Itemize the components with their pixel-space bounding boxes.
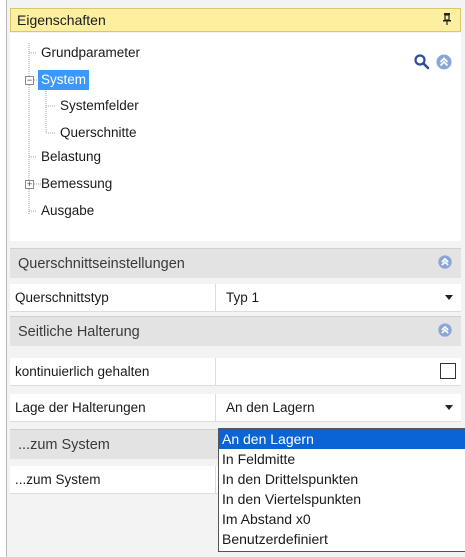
dropdown-option[interactable]: Benutzerdefiniert (219, 529, 465, 549)
dropdown-option[interactable]: In Feldmitte (219, 449, 465, 469)
collapse-toggle-icon[interactable]: − (25, 76, 34, 85)
tree-item-bemessung[interactable]: Bemessung (38, 174, 115, 194)
chevron-down-icon[interactable] (445, 405, 453, 410)
tree-item-ausgabe[interactable]: Ausgabe (38, 201, 97, 221)
lage-dropdown-list[interactable]: An den Lagern In Feldmitte In den Dritte… (218, 428, 465, 552)
select-value: An den Lagern (226, 400, 315, 415)
property-label: Lage der Halterungen (10, 394, 216, 421)
dropdown-option[interactable]: Im Abstand x0 (219, 509, 465, 529)
property-label: kontinuierlich gehalten (10, 358, 216, 385)
section-querschnittseinstellungen[interactable]: Querschnittseinstellungen (10, 248, 461, 278)
dropdown-option[interactable]: In den Drittelspunkten (219, 469, 465, 489)
section-title: Querschnittseinstellungen (18, 255, 185, 272)
querschnittstyp-select[interactable]: Typ 1 (216, 284, 461, 311)
pin-icon[interactable] (442, 12, 452, 28)
tree-item-belastung[interactable]: Belastung (38, 147, 104, 167)
double-chevron-up-icon[interactable] (437, 254, 453, 274)
dropdown-option[interactable]: An den Lagern (219, 429, 465, 449)
panel-titlebar: Eigenschaften (10, 8, 461, 32)
property-label: Querschnittstyp (10, 284, 216, 311)
property-row-lage-der-halterungen: Lage der Halterungen An den Lagern (10, 394, 461, 422)
expand-toggle-icon[interactable]: + (25, 180, 34, 189)
select-value: Typ 1 (226, 290, 260, 305)
lage-select[interactable]: An den Lagern (216, 394, 461, 421)
property-label: ...zum System (10, 466, 216, 493)
property-row-kontinuierlich: kontinuierlich gehalten (10, 358, 461, 386)
dropdown-option[interactable]: In den Viertelspunkten (219, 489, 465, 509)
tree-item-querschnitte[interactable]: Querschnitte (57, 123, 140, 143)
section-title: Seitliche Halterung (18, 323, 140, 340)
section-seitliche-halterung[interactable]: Seitliche Halterung (10, 316, 461, 346)
property-row-querschnittstyp: Querschnittstyp Typ 1 (10, 284, 461, 312)
tree-item-grundparameter[interactable]: Grundparameter (38, 43, 143, 63)
section-title: ...zum System (18, 436, 110, 453)
double-chevron-up-icon[interactable] (435, 53, 453, 71)
magnifier-icon[interactable] (413, 53, 431, 71)
double-chevron-up-icon[interactable] (437, 322, 453, 342)
navigation-tree: Grundparameter − System Systemfelder Que… (10, 33, 461, 241)
kontinuierlich-checkbox[interactable] (440, 363, 456, 379)
panel-title: Eigenschaften (17, 12, 106, 28)
chevron-down-icon[interactable] (445, 295, 453, 300)
tree-item-system[interactable]: System (38, 70, 90, 90)
tree-item-systemfelder[interactable]: Systemfelder (57, 96, 142, 116)
